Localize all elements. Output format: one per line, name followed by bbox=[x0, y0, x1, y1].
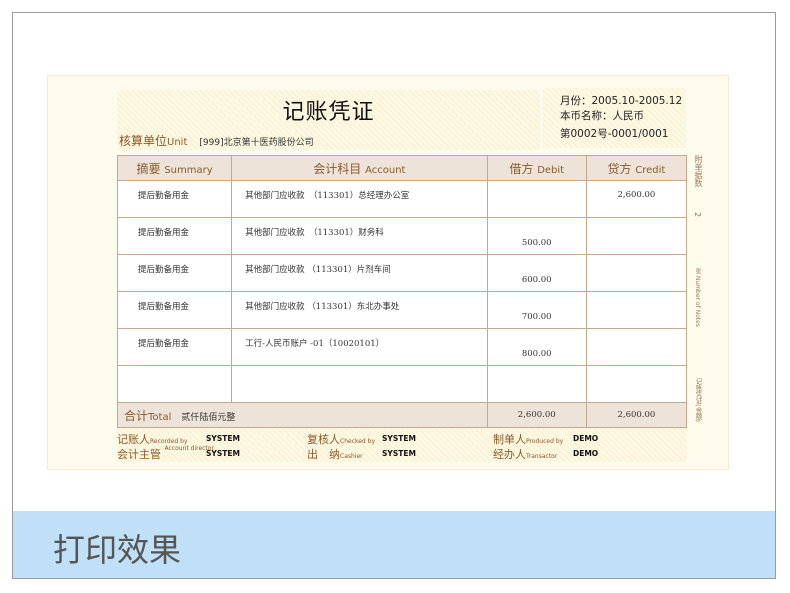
header-debit: 借方 Debit bbox=[486, 155, 587, 181]
unit-label-en: Unit bbox=[167, 137, 188, 148]
voucher-title: 记账凭证 bbox=[282, 100, 375, 125]
signature-transactor: 经办人Transactor DEMO bbox=[493, 448, 599, 461]
voucher-table: 摘要 Summary 会计科目 Account 借方 Debit 贷方 Cred… bbox=[116, 155, 688, 428]
caption-band: 打印效果 bbox=[13, 511, 775, 578]
table-header: 摘要 Summary 会计科目 Account 借方 Debit 贷方 Cred… bbox=[116, 155, 688, 181]
voucher-info: 月份：2005.10-2005.12 本币名称：人民币 第0002号-0001/… bbox=[543, 88, 686, 148]
attachment-unit: 张 Number of Notes bbox=[694, 268, 701, 327]
table-row: 提后勤备用金 其他部门应收款 （113301）片剂车间 600.00 bbox=[116, 254, 688, 292]
table-row: 提后勤备用金 其他部门应收款 （113301）东北办事处 700.00 bbox=[116, 291, 688, 329]
unit-label-cn: 核算单位 bbox=[119, 134, 168, 148]
unit-label: 核算单位Unit [999]北京第十医药股份公司 bbox=[119, 132, 314, 149]
signature-checker: 复核人Checked by SYSTEM bbox=[307, 433, 416, 446]
header-account: 会计科目 Account bbox=[231, 155, 488, 181]
attachment-label: 附单据数 bbox=[694, 155, 703, 187]
table-row: 提后勤备用金 其他部门应收款 （113301）财务科 500.00 bbox=[116, 217, 688, 255]
table-row: 提后勤备用金 工行-人民币账户 -01（10020101） 800.00 bbox=[116, 328, 688, 366]
side-footer: 记账凭证(金额) bbox=[694, 378, 702, 423]
month: 月份：2005.10-2005.12 bbox=[560, 95, 683, 107]
title-area: 记账凭证 核算单位Unit [999]北京第十医药股份公司 bbox=[117, 90, 540, 150]
total-debit: 2,600.00 bbox=[486, 402, 587, 428]
total-words: 贰仟陆佰元整 bbox=[181, 412, 236, 423]
voucher-number: 第0002号-0001/0001 bbox=[560, 128, 669, 140]
signature-director: 会计主管 Account director SYSTEM bbox=[117, 445, 240, 462]
header-credit: 贷方 Credit bbox=[585, 155, 688, 181]
total-row: 合计Total 贰仟陆佰元整 2,600.00 2,600.00 bbox=[117, 402, 688, 428]
attachment-count: 2 bbox=[693, 212, 702, 218]
signature-cashier: 出 纳Cashier SYSTEM bbox=[307, 448, 416, 461]
total-label: 合计Total 贰仟陆佰元整 bbox=[117, 402, 488, 428]
signature-producer: 制单人Produced by DEMO bbox=[493, 433, 599, 446]
total-credit: 2,600.00 bbox=[585, 402, 688, 428]
table-row: 提后勤备用金 其他部门应收款 （113301）总经理办公室 2,600.00 bbox=[116, 180, 688, 218]
currency: 本币名称：人民币 bbox=[560, 110, 644, 122]
unit-value: [999]北京第十医药股份公司 bbox=[199, 138, 314, 148]
signature-area: 记账人Recorded by SYSTEM 复核人Checked by SYSTEM… bbox=[117, 428, 687, 462]
table-row-empty bbox=[116, 365, 688, 403]
caption: 打印效果 bbox=[53, 531, 182, 569]
header-summary: 摘要 Summary bbox=[116, 155, 233, 181]
